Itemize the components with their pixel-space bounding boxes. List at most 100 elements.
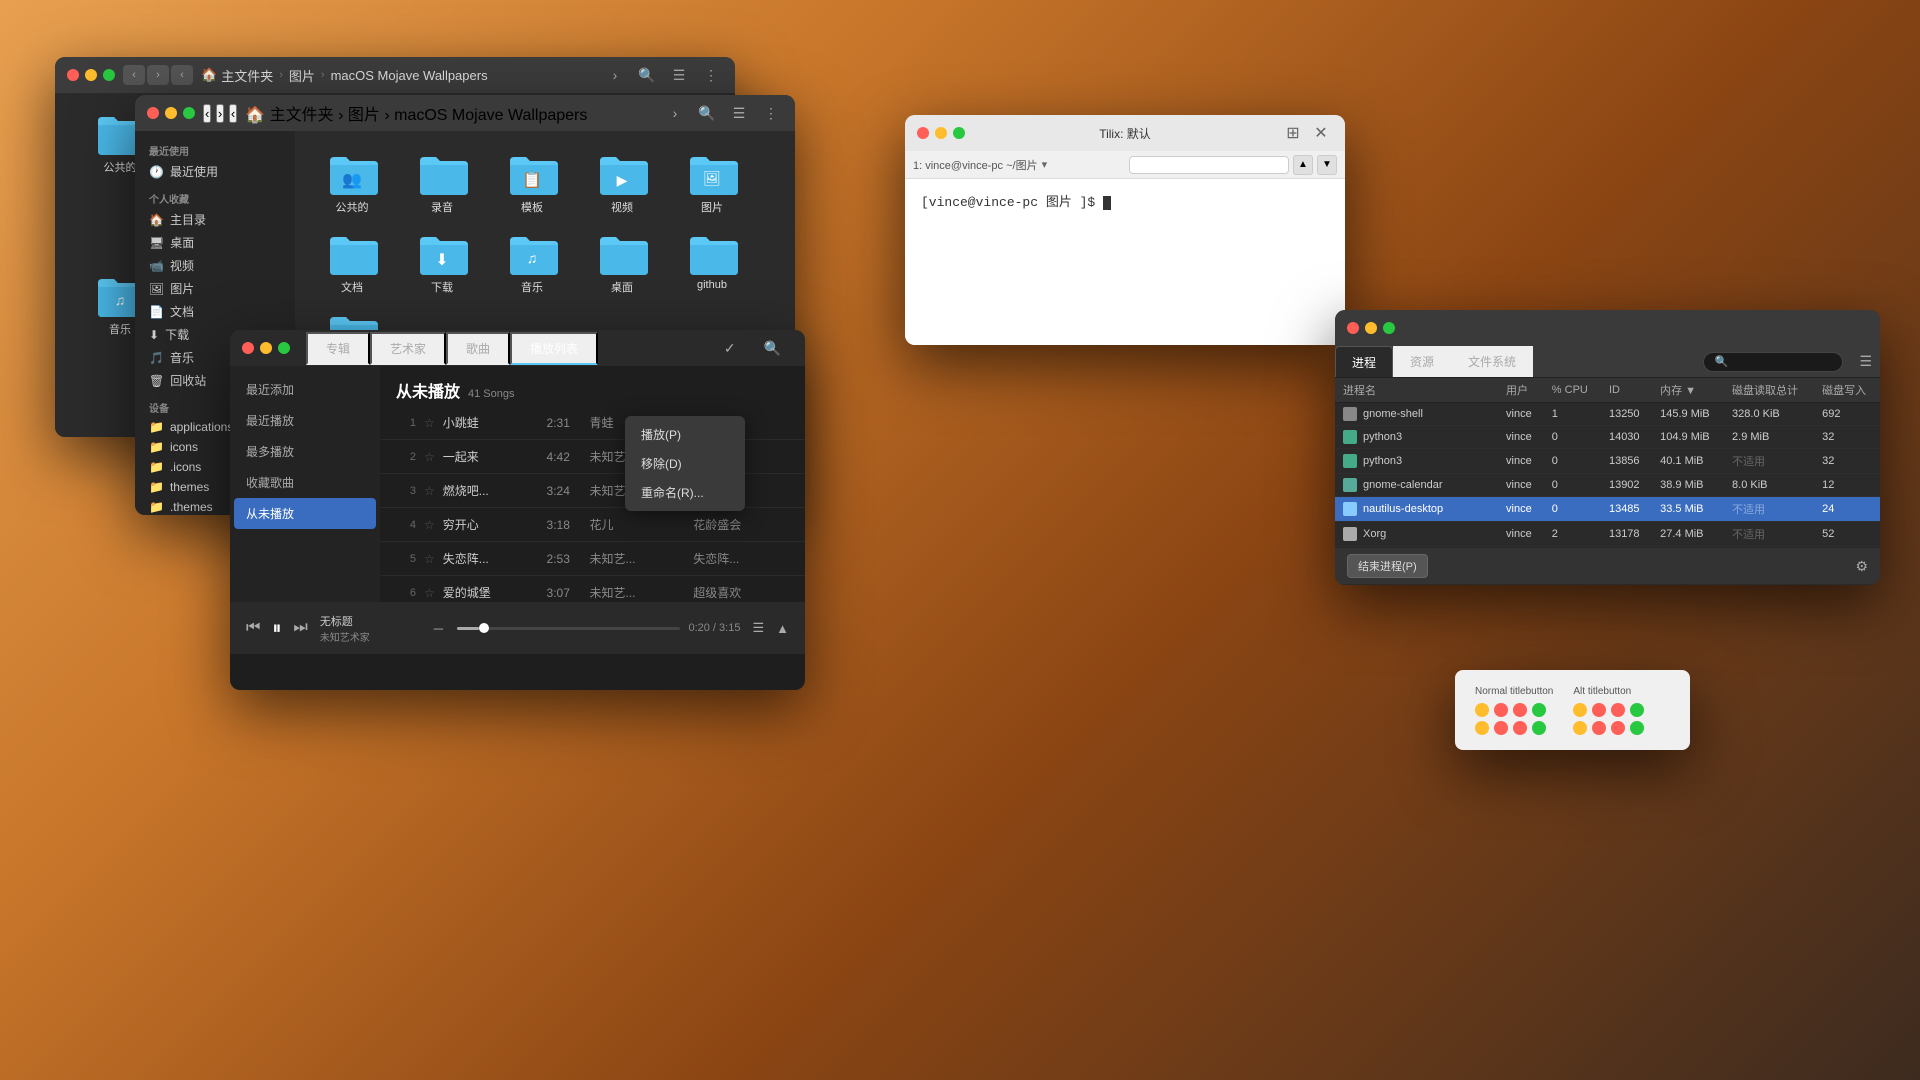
folder-item-music[interactable]: ♫ 音乐: [487, 223, 577, 303]
terminal-zoom-button[interactable]: ⊞: [1281, 121, 1305, 145]
finder1-next-button[interactable]: ›: [603, 63, 627, 87]
process-row[interactable]: python3 vince01385640.1 MiB不适用32: [1335, 449, 1880, 474]
col-memory[interactable]: 内存 ▼: [1652, 378, 1724, 403]
folder-item-downloads[interactable]: ⬇ 下载: [397, 223, 487, 303]
finder1-close-button[interactable]: [67, 69, 79, 81]
sidebar-item-recent[interactable]: 🕐 最近使用: [139, 160, 291, 183]
tab-artists[interactable]: 艺术家: [370, 332, 446, 365]
tl-red4-alt[interactable]: [1611, 721, 1625, 735]
track-star[interactable]: ☆: [424, 416, 435, 430]
tl-red2-alt[interactable]: [1611, 703, 1625, 717]
music-search-button[interactable]: 🔍: [752, 340, 793, 357]
prev-track-button[interactable]: ⏮: [246, 619, 260, 637]
sidebar-item-video[interactable]: 📹视频: [139, 254, 291, 277]
col-disk-write[interactable]: 磁盘写入: [1814, 378, 1880, 403]
sysmon-menu-button[interactable]: ☰: [1851, 346, 1880, 377]
sidebar-item-home[interactable]: 🏠主目录: [139, 208, 291, 231]
process-row[interactable]: Xorg vince21317827.4 MiB不适用52: [1335, 522, 1880, 547]
track-star[interactable]: ☆: [424, 518, 435, 532]
finder2-close-button[interactable]: [147, 107, 159, 119]
terminal-search-input[interactable]: [1129, 156, 1289, 174]
finder1-list-view-button[interactable]: ☰: [667, 63, 691, 87]
finder2-search-button[interactable]: 🔍: [695, 101, 719, 125]
tab-albums[interactable]: 专辑: [306, 332, 370, 365]
finder2-back-button[interactable]: ‹: [203, 104, 211, 123]
col-cpu[interactable]: % CPU: [1544, 378, 1601, 403]
folder-item-docs[interactable]: 文档: [307, 223, 397, 303]
finder2-bc-wallpapers[interactable]: macOS Mojave Wallpapers: [394, 107, 587, 124]
track-star[interactable]: ☆: [424, 552, 435, 566]
track-row-5[interactable]: 5 ☆ 失恋阵... 2:53 未知艺... 失恋阵...: [380, 542, 805, 576]
tl-red-normal[interactable]: [1494, 703, 1508, 717]
playlist-item-recent-added[interactable]: 最近添加: [230, 374, 380, 405]
process-row[interactable]: gnome-calendar vince01390238.9 MiB8.0 Ki…: [1335, 474, 1880, 497]
music-checkmark-button[interactable]: ✓: [716, 340, 744, 357]
tl-yellow2-normal[interactable]: [1475, 721, 1489, 735]
tab-processes[interactable]: 进程: [1335, 346, 1393, 377]
folder-item-templates[interactable]: 📋 模板: [487, 143, 577, 223]
terminal-tab-dropdown[interactable]: ▾: [1042, 158, 1048, 171]
music-close-button[interactable]: [242, 342, 254, 354]
playlist-item-never-played[interactable]: 从未播放: [234, 498, 376, 529]
sysmon-minimize-button[interactable]: [1365, 322, 1377, 334]
sysmon-close-button[interactable]: [1347, 322, 1359, 334]
col-user[interactable]: 用户: [1498, 378, 1544, 403]
folder-item-desktop[interactable]: 桌面: [577, 223, 667, 303]
col-id[interactable]: ID: [1601, 378, 1652, 403]
tab-filesystem[interactable]: 文件系统: [1451, 346, 1533, 377]
folder-item-video[interactable]: ▶ 视频: [577, 143, 667, 223]
tab-songs[interactable]: 歌曲: [446, 332, 510, 365]
track-row-4[interactable]: 4 ☆ 穷开心 3:18 花儿 花龄盛会: [380, 508, 805, 542]
finder1-bc-home[interactable]: 🏠 主文件夹: [201, 66, 273, 85]
tab-resources[interactable]: 资源: [1393, 346, 1451, 377]
track-star[interactable]: ☆: [424, 450, 435, 464]
sysmon-search-input[interactable]: [1703, 352, 1843, 372]
terminal-close-x-button[interactable]: ✕: [1309, 121, 1333, 145]
finder2-maximize-button[interactable]: [183, 107, 195, 119]
finder1-prev-button[interactable]: ‹: [171, 65, 193, 85]
playlist-item-favorites[interactable]: 收藏歌曲: [230, 467, 380, 498]
folder-item-public[interactable]: 👥 公共的: [307, 143, 397, 223]
playlist-item-most-played[interactable]: 最多播放: [230, 436, 380, 467]
process-row-selected[interactable]: nautilus-desktop vince01348533.5 MiB不适用2…: [1335, 497, 1880, 522]
progress-bar[interactable]: [457, 627, 681, 630]
terminal-maximize-button[interactable]: [953, 127, 965, 139]
next-track-button[interactable]: ⏭: [293, 619, 307, 637]
ctx-play[interactable]: 播放(P): [625, 420, 745, 449]
terminal-minimize-button[interactable]: [935, 127, 947, 139]
sidebar-item-desktop[interactable]: 🖥桌面: [139, 231, 291, 254]
col-disk-read[interactable]: 磁盘读取总计: [1724, 378, 1814, 403]
ctx-rename[interactable]: 重命名(R)...: [625, 478, 745, 507]
folder-item-github[interactable]: github: [667, 223, 757, 303]
finder1-forward-button[interactable]: ›: [147, 65, 169, 85]
finder1-settings-button[interactable]: ⋮: [699, 63, 723, 87]
tl-green2-normal[interactable]: [1532, 721, 1546, 735]
playlist-item-recent-played[interactable]: 最近播放: [230, 405, 380, 436]
finder1-bc-pictures[interactable]: 图片: [289, 66, 315, 85]
up-arrow-button[interactable]: ▲: [776, 621, 789, 636]
tl-yellow2-alt[interactable]: [1573, 721, 1587, 735]
pause-button[interactable]: ⏸: [272, 618, 281, 639]
music-maximize-button[interactable]: [278, 342, 290, 354]
track-star[interactable]: ☆: [424, 586, 435, 600]
tl-yellow-alt[interactable]: [1573, 703, 1587, 717]
terminal-close-button[interactable]: [917, 127, 929, 139]
terminal-search-down-button[interactable]: ▼: [1317, 155, 1337, 175]
tl-green-alt[interactable]: [1630, 703, 1644, 717]
folder-item-audio[interactable]: 录音: [397, 143, 487, 223]
tl-green-normal[interactable]: [1532, 703, 1546, 717]
finder1-bc-wallpapers[interactable]: macOS Mojave Wallpapers: [331, 68, 488, 83]
kill-process-button[interactable]: 结束进程(P): [1347, 554, 1428, 578]
tl-red-alt[interactable]: [1592, 703, 1606, 717]
finder2-settings-button[interactable]: ⋮: [759, 101, 783, 125]
process-row[interactable]: python3 vince014030104.9 MiB2.9 MiB32: [1335, 426, 1880, 449]
finder1-minimize-button[interactable]: [85, 69, 97, 81]
ctx-remove[interactable]: 移除(D): [625, 449, 745, 478]
process-row[interactable]: gnome-shell vince113250145.9 MiB328.0 Ki…: [1335, 403, 1880, 426]
tl-red3-alt[interactable]: [1592, 721, 1606, 735]
terminal-search-up-button[interactable]: ▲: [1293, 155, 1313, 175]
volume-minus-button[interactable]: －: [432, 619, 445, 638]
tl-red2-normal[interactable]: [1513, 703, 1527, 717]
tl-red4-normal[interactable]: [1513, 721, 1527, 735]
finder1-maximize-button[interactable]: [103, 69, 115, 81]
